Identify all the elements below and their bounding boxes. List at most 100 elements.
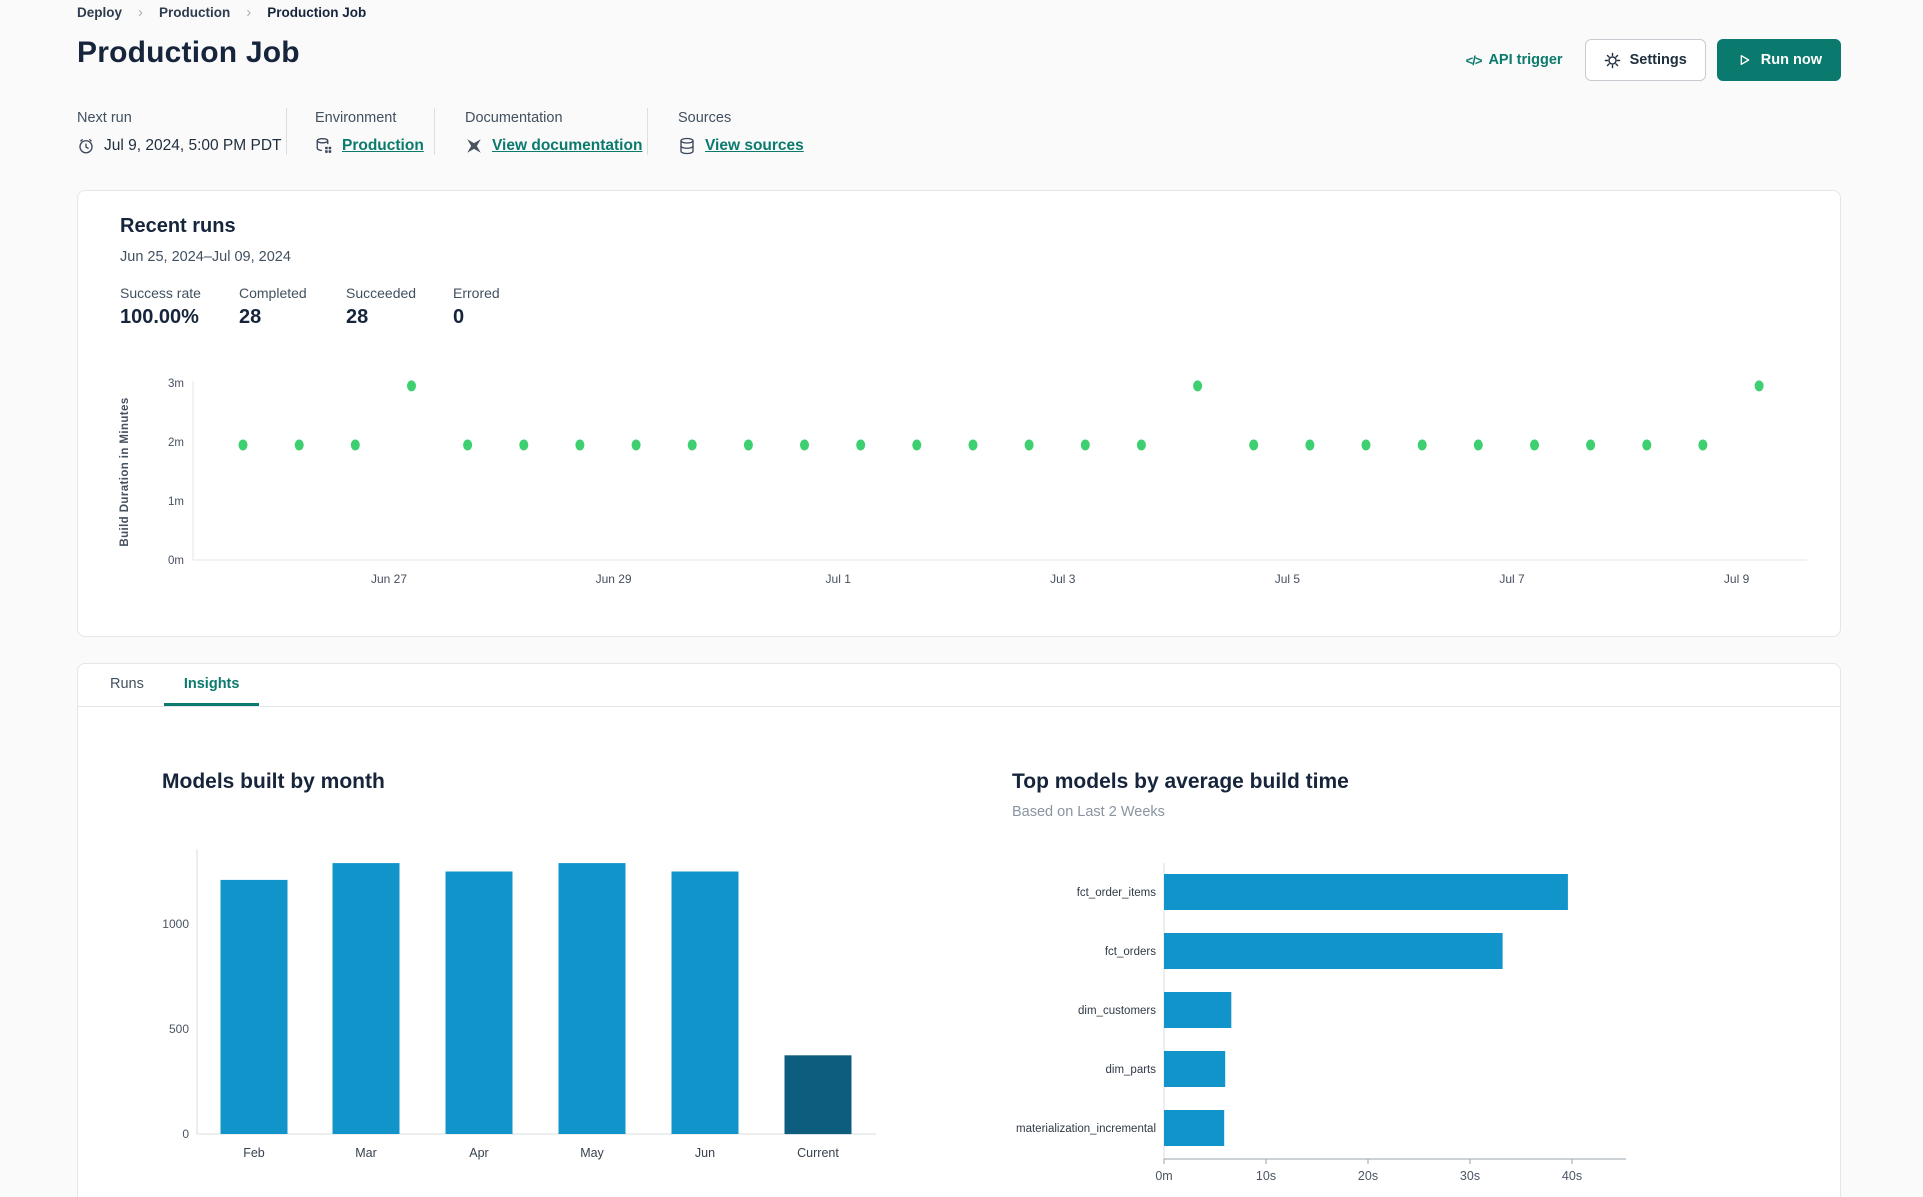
breadcrumb-production[interactable]: Production: [159, 5, 230, 20]
stat-completed: Completed 28: [239, 285, 346, 329]
run-dot[interactable]: [1698, 439, 1708, 451]
bar-x-category-label: Mar: [355, 1146, 377, 1160]
bar-y-tick-label: 0: [182, 1127, 189, 1141]
run-dot[interactable]: [1417, 439, 1427, 451]
bar-x-category-label: Jun: [695, 1146, 715, 1160]
api-trigger-link[interactable]: </> API trigger: [1466, 52, 1563, 68]
scatter-x-tick-label: Jul 3: [1050, 572, 1076, 586]
run-dot[interactable]: [800, 439, 809, 451]
view-sources-link[interactable]: View sources: [705, 137, 804, 155]
run-dot[interactable]: [519, 439, 529, 451]
run-dot[interactable]: [238, 439, 248, 451]
bar-x-category-label: May: [580, 1146, 604, 1160]
build-duration-scatter-chart: Build Duration in Minutes 0m 1m 2m 3m Jun 27 J…: [119, 378, 1807, 586]
models-built-chart-title: Models built by month: [162, 770, 385, 793]
hbar-x-tick-label: 40s: [1562, 1169, 1582, 1183]
scatter-y-tick-label: 1m: [168, 496, 184, 508]
sources-label: Sources: [678, 110, 732, 126]
hbar-category-label: fct_order_items: [1077, 887, 1157, 899]
month-bar-current: [784, 1055, 852, 1135]
run-dot[interactable]: [687, 439, 697, 451]
month-bar-jun: [671, 871, 739, 1134]
scatter-x-tick-label: Jul 5: [1275, 572, 1301, 586]
scatter-x-tick-label: Jul 1: [826, 572, 852, 586]
top-models-hbar-chart: fct_order_items fct_orders dim_customersdi…: [1016, 863, 1626, 1183]
environment-link[interactable]: Production: [342, 137, 424, 155]
run-dot[interactable]: [1080, 439, 1090, 451]
month-bar-may: [558, 863, 626, 1134]
environment-column: Environment Production: [287, 108, 435, 155]
breadcrumb: Deploy › Production › Production Job: [77, 4, 366, 21]
settings-button[interactable]: Settings: [1584, 39, 1706, 81]
environment-label: Environment: [315, 110, 397, 126]
hbar-x-tick-label: 0m: [1155, 1169, 1172, 1183]
recent-runs-title: Recent runs: [120, 215, 236, 237]
sources-column: Sources View sources: [648, 108, 804, 155]
production-job-page: Deploy › Production › Production Job Pro…: [0, 0, 1923, 1197]
run-dot[interactable]: [1136, 439, 1146, 451]
run-dot[interactable]: [912, 439, 922, 451]
run-dot[interactable]: [1193, 380, 1203, 392]
view-documentation-link[interactable]: View documentation: [492, 137, 642, 155]
run-dot[interactable]: [856, 439, 866, 451]
stat-label: Success rate: [120, 285, 201, 301]
hbar-x-tick-label: 30s: [1460, 1169, 1480, 1183]
documentation-label: Documentation: [465, 110, 563, 126]
next-run-value: Jul 9, 2024, 5:00 PM PDT: [104, 137, 282, 154]
models-built-bar-chart: 0 500 1000 Feb Mar Apr May Jun Current: [162, 849, 876, 1160]
database-icon: [678, 137, 696, 155]
code-icon: </>: [1465, 52, 1483, 68]
tab-insights[interactable]: Insights: [163, 664, 260, 706]
tab-runs[interactable]: Runs: [90, 664, 164, 706]
scatter-x-tick-label: Jul 9: [1724, 572, 1750, 586]
scatter-x-tick-label: Jun 27: [371, 572, 407, 586]
hbar-category-label: materialization_incremental: [1016, 1123, 1156, 1135]
hbar-x-tick-label: 20s: [1358, 1169, 1378, 1183]
hbar-category-label: dim_customers: [1078, 1005, 1156, 1017]
run-now-button[interactable]: Run now: [1716, 39, 1841, 81]
model-bar-fct_orders: [1164, 933, 1503, 969]
run-now-label: Run now: [1760, 52, 1822, 68]
run-dot[interactable]: [968, 439, 978, 451]
run-dot[interactable]: [1305, 439, 1315, 451]
stat-value: 0: [453, 306, 465, 328]
run-dot[interactable]: [1642, 439, 1652, 451]
run-dot[interactable]: [743, 439, 753, 451]
top-models-chart-subtitle: Based on Last 2 Weeks: [1012, 804, 1165, 820]
next-run-column: Next run Jul 9, 2024, 5:00 PM PDT: [77, 108, 287, 155]
run-dot[interactable]: [294, 439, 304, 451]
run-dot[interactable]: [1024, 439, 1034, 451]
hbar-x-tick-label: 10s: [1256, 1169, 1276, 1183]
next-run-label: Next run: [77, 110, 132, 126]
page-title: Production Job: [77, 36, 300, 69]
run-dot[interactable]: [1754, 380, 1764, 392]
alarm-clock-icon: [77, 137, 95, 155]
dbt-docs-icon: [465, 137, 483, 155]
top-models-chart-title: Top models by average build time: [1012, 770, 1349, 793]
run-dot[interactable]: [1530, 439, 1539, 451]
model-bar-dim_parts: [1164, 1051, 1226, 1087]
breadcrumb-deploy[interactable]: Deploy: [77, 5, 122, 20]
stat-success-rate: Success rate 100.00%: [120, 285, 239, 329]
stat-label: Completed: [239, 285, 307, 301]
run-dot[interactable]: [407, 380, 416, 392]
chevron-right-icon: ›: [138, 4, 144, 21]
recent-runs-date-range: Jun 25, 2024–Jul 09, 2024: [120, 249, 291, 265]
run-dot[interactable]: [1249, 439, 1259, 451]
gear-icon: [1604, 52, 1621, 69]
bar-y-tick-label: 1000: [162, 917, 189, 931]
scatter-y-tick-label: 0m: [168, 555, 184, 567]
run-dot[interactable]: [463, 439, 473, 451]
month-bar-feb: [220, 879, 288, 1134]
run-dot[interactable]: [631, 439, 641, 451]
run-dot[interactable]: [575, 439, 585, 451]
run-dot[interactable]: [1473, 439, 1483, 451]
stat-value: 28: [346, 306, 369, 328]
hbar-category-label: fct_orders: [1105, 946, 1156, 958]
run-dot[interactable]: [1361, 439, 1371, 451]
hbar-category-label: dim_parts: [1106, 1064, 1157, 1076]
run-dot[interactable]: [350, 439, 360, 451]
month-bar-mar: [332, 863, 400, 1134]
run-dot[interactable]: [1586, 439, 1596, 451]
bar-x-category-label: Current: [797, 1146, 839, 1160]
